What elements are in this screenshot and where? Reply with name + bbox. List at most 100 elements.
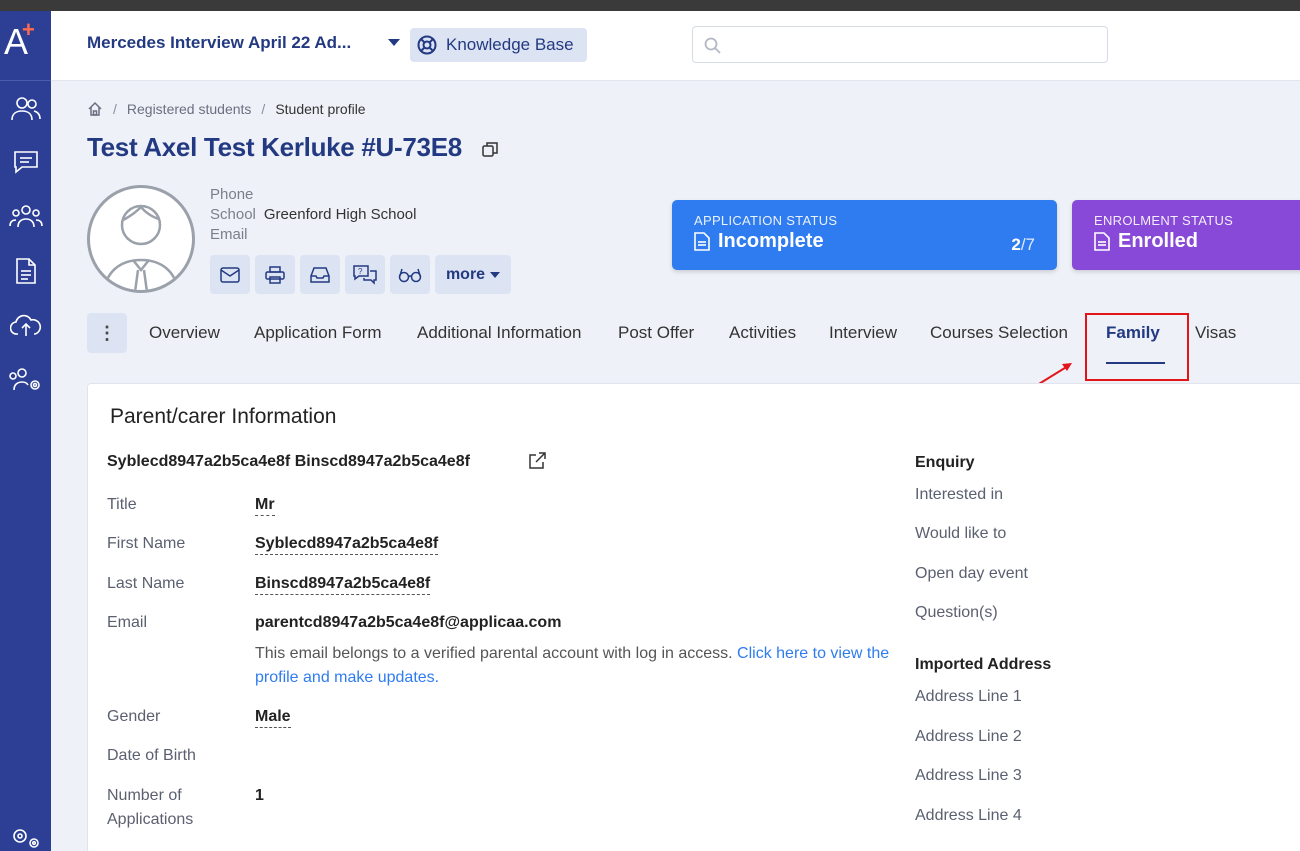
school-label: School xyxy=(210,206,256,223)
tab-post-offer[interactable]: Post Offer xyxy=(618,323,694,343)
enquiry-questions: Question(s) xyxy=(915,604,998,621)
tab-activities[interactable]: Activities xyxy=(729,323,796,343)
questions-button[interactable]: ? xyxy=(345,255,385,294)
parent-full-name: Syblecd8947a2b5ca4e8f Binscd8947a2b5ca4e… xyxy=(107,453,470,470)
enquiry-would-like-to: Would like to xyxy=(915,525,1007,542)
field-label-gender: Gender xyxy=(107,708,161,725)
sidebar-item-upload[interactable] xyxy=(0,305,51,345)
tab-application-form[interactable]: Application Form xyxy=(254,323,382,343)
address-line-2: Address Line 2 xyxy=(915,728,1022,745)
tab-visas[interactable]: Visas xyxy=(1195,323,1236,343)
app-logo[interactable]: A + xyxy=(0,11,51,81)
sidebar-item-settings[interactable] xyxy=(0,816,51,851)
window-top-strip xyxy=(0,0,1300,11)
section-title: Parent/carer Information xyxy=(110,405,337,428)
application-status-label: APPLICATION STATUS xyxy=(694,213,838,228)
field-value-applications: 1 xyxy=(255,787,264,804)
field-value-last-name[interactable]: Binscd8947a2b5ca4e8f xyxy=(255,575,431,595)
tab-courses-selection[interactable]: Courses Selection xyxy=(930,323,1068,343)
breadcrumb-separator: / xyxy=(261,101,266,117)
student-phone: Phone xyxy=(210,186,261,203)
address-line-4: Address Line 4 xyxy=(915,807,1022,824)
breadcrumb-registered-students[interactable]: Registered students xyxy=(127,101,252,117)
top-header: Mercedes Interview April 22 Ad... Knowle… xyxy=(51,11,1300,81)
enrolment-status-value: Enrolled xyxy=(1118,230,1199,252)
phone-label: Phone xyxy=(210,186,254,203)
sidebar-item-user-settings[interactable] xyxy=(0,359,51,399)
tab-interview[interactable]: Interview xyxy=(829,323,897,343)
field-label-email: Email xyxy=(107,614,148,631)
enrolment-status-card[interactable]: ENROLMENT STATUS Enrolled xyxy=(1072,200,1300,270)
knowledge-base-button[interactable]: Knowledge Base xyxy=(410,28,587,62)
inbox-icon xyxy=(310,266,330,283)
chevron-down-icon[interactable] xyxy=(388,39,400,46)
field-value-gender[interactable]: Male xyxy=(255,708,291,728)
send-email-button[interactable] xyxy=(210,255,250,294)
users-gear-icon xyxy=(8,368,40,391)
sidebar: A + xyxy=(0,11,51,851)
glasses-icon xyxy=(398,268,422,282)
avatar xyxy=(87,185,195,293)
annotation-highlight-box xyxy=(1085,313,1189,381)
search-input[interactable] xyxy=(692,26,1108,63)
search-icon xyxy=(704,37,721,54)
tab-additional-information[interactable]: Additional Information xyxy=(417,323,581,343)
external-link-icon[interactable] xyxy=(528,452,546,470)
field-label-applications: Applications xyxy=(107,811,194,828)
users-icon xyxy=(10,97,41,121)
email-label: Email xyxy=(210,226,248,243)
page-title: Test Axel Test Kerluke #U-73E8 xyxy=(87,132,462,162)
sidebar-item-messages[interactable] xyxy=(0,142,51,182)
address-line-1: Address Line 1 xyxy=(915,688,1022,705)
field-value-title[interactable]: Mr xyxy=(255,496,275,516)
field-value-email: parentcd8947a2b5ca4e8f@applicaa.com xyxy=(255,614,562,631)
tabs-menu-button[interactable]: ⋮ xyxy=(87,313,127,353)
application-total: /7 xyxy=(1020,235,1035,254)
application-step-count: 2/7 xyxy=(1011,235,1035,255)
document-icon xyxy=(15,258,36,284)
svg-text:?: ? xyxy=(358,267,363,276)
sidebar-item-documents[interactable] xyxy=(0,251,51,291)
breadcrumb: / Registered students / Student profile xyxy=(87,101,366,117)
question-chat-icon: ? xyxy=(353,264,377,285)
tab-overview[interactable]: Overview xyxy=(149,323,220,343)
field-label-title: Title xyxy=(107,496,137,513)
field-label-number-of: Number of xyxy=(107,787,182,804)
printer-icon xyxy=(265,265,285,284)
sidebar-item-groups[interactable] xyxy=(0,196,51,236)
sidebar-item-students[interactable] xyxy=(0,89,51,129)
enquiry-interested-in: Interested in xyxy=(915,486,1004,503)
document-icon xyxy=(1094,232,1110,251)
print-button[interactable] xyxy=(255,255,295,294)
email-note-text: This email belongs to a verified parenta… xyxy=(255,645,733,662)
user-placeholder-icon xyxy=(103,204,179,290)
application-status-value: Incomplete xyxy=(718,230,824,252)
inbox-button[interactable] xyxy=(300,255,340,294)
envelope-icon xyxy=(220,266,240,283)
more-button[interactable]: more xyxy=(435,255,511,294)
copy-icon[interactable] xyxy=(481,140,500,159)
student-school: School Greenford High School xyxy=(210,206,416,223)
logo-plus-mark: + xyxy=(22,17,35,42)
view-as-button[interactable] xyxy=(390,255,430,294)
more-label: more xyxy=(445,265,486,283)
knowledge-base-label: Knowledge Base xyxy=(446,35,574,54)
caret-down-icon xyxy=(490,271,501,278)
student-email: Email xyxy=(210,226,256,243)
enrolment-status-label: ENROLMENT STATUS xyxy=(1094,213,1234,228)
group-icon xyxy=(8,205,43,228)
chat-icon xyxy=(13,151,38,174)
profile-link[interactable]: Click here xyxy=(737,645,808,662)
breadcrumb-student-profile: Student profile xyxy=(275,101,366,117)
cloud-upload-icon xyxy=(9,314,41,336)
field-label-last-name: Last Name xyxy=(107,575,185,592)
project-title[interactable]: Mercedes Interview April 22 Ad... xyxy=(87,33,351,53)
field-label-date-of-birth: Date of Birth xyxy=(107,747,196,764)
application-status-card[interactable]: APPLICATION STATUS Incomplete 2/7 xyxy=(672,200,1057,270)
home-icon[interactable] xyxy=(87,101,103,117)
enquiry-open-day-event: Open day event xyxy=(915,565,1028,582)
enquiry-heading: Enquiry xyxy=(915,454,975,471)
field-value-first-name[interactable]: Syblecd8947a2b5ca4e8f xyxy=(255,535,439,555)
school-value: Greenford High School xyxy=(263,206,417,223)
gears-icon xyxy=(12,829,39,848)
